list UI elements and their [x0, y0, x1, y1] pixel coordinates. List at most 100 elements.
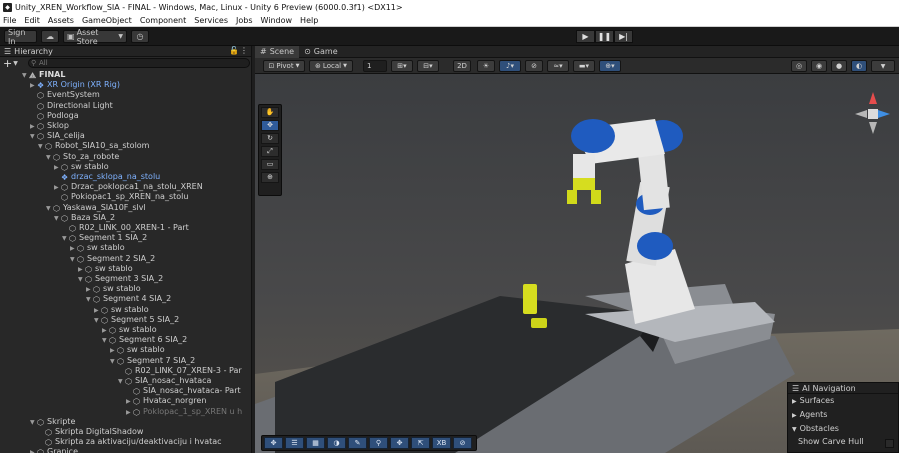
history-button[interactable]: ◷: [131, 30, 149, 43]
hierarchy-item[interactable]: ▼ ⬡ Segment 1 SIA_2: [0, 233, 251, 243]
bottom-tool-rotate[interactable]: ◑: [327, 437, 346, 449]
hierarchy-item[interactable]: ▼ ⬡ Skripte: [0, 417, 251, 427]
hierarchy-item[interactable]: ▼ ⬡ Baza SIA_2: [0, 213, 251, 223]
hierarchy-item[interactable]: ⬡ SIA_nosac_hvataca- Part: [0, 386, 251, 396]
hierarchy-item[interactable]: ▶ ⬡ sw stablo: [0, 305, 251, 315]
grid-snap-input[interactable]: 1: [363, 60, 387, 72]
hierarchy-item[interactable]: ▼ ⟁ FINAL: [0, 70, 251, 80]
hierarchy-item[interactable]: ▶ ⬡ sw stablo: [0, 345, 251, 355]
view-tool-button[interactable]: ✋: [261, 107, 279, 118]
gizmo-center[interactable]: [868, 109, 878, 119]
kebab-menu-icon[interactable]: ⋮: [240, 46, 248, 55]
bottom-tool-align[interactable]: ☰: [285, 437, 304, 449]
hierarchy-item[interactable]: ▶ ⬡ Poklopac_1_sp_XREN u h: [0, 407, 251, 417]
menu-gameobject[interactable]: GameObject: [82, 16, 132, 25]
gripper-finger-right[interactable]: [591, 190, 601, 204]
hierarchy-item[interactable]: ▶ ⬡ Sklop: [0, 121, 251, 131]
bottom-tool-xb[interactable]: XB: [432, 437, 451, 449]
cloud-button[interactable]: ☁: [41, 30, 59, 43]
asset-store-button[interactable]: ▣ Asset Store ▼: [63, 28, 127, 46]
shaded-button[interactable]: ◐: [851, 60, 867, 72]
menu-edit[interactable]: Edit: [24, 16, 40, 25]
hierarchy-item[interactable]: ▼ ⬡ Segment 6 SIA_2: [0, 335, 251, 345]
hierarchy-item[interactable]: ▼ ⬡ Segment 2 SIA_2: [0, 254, 251, 264]
hierarchy-search-input[interactable]: ⚲ All: [28, 58, 250, 68]
mode-2d-button[interactable]: 2D: [453, 60, 471, 72]
camera-button[interactable]: ▬▾: [573, 60, 595, 72]
part-cylinder[interactable]: [523, 284, 537, 314]
gizmos-button[interactable]: ⊕▾: [599, 60, 621, 72]
hierarchy-item[interactable]: ⬡ Directional Light: [0, 101, 251, 111]
hierarchy-item[interactable]: ▼ ⬡ Segment 7 SIA_2: [0, 356, 251, 366]
show-carve-hull-row[interactable]: Show Carve Hull: [788, 436, 898, 447]
hierarchy-item[interactable]: ⬡ R02_LINK_07_XREN-3 - Par: [0, 366, 251, 376]
hierarchy-item[interactable]: ⬡ EventSystem: [0, 90, 251, 100]
bottom-tool-lasso[interactable]: ✎: [348, 437, 367, 449]
hierarchy-item[interactable]: ❖ drzac_sklopa_na_stolu: [0, 172, 251, 182]
hierarchy-item[interactable]: ▼ ⬡ Segment 5 SIA_2: [0, 315, 251, 325]
hidden-toggle-button[interactable]: ⊘: [525, 60, 543, 72]
tab-game[interactable]: ⊙ Game: [299, 46, 343, 58]
pivot-dropdown[interactable]: ⊡ Pivot ▼: [263, 60, 305, 72]
hierarchy-item[interactable]: ▼ ⬡ Segment 3 SIA_2: [0, 274, 251, 284]
hierarchy-item[interactable]: ▼ ⬡ Sto_za_robote: [0, 152, 251, 162]
add-icon[interactable]: +: [3, 57, 12, 70]
ai-nav-obstacles[interactable]: ▼ Obstacles: [788, 422, 898, 436]
bottom-tool-anchor[interactable]: ✥: [390, 437, 409, 449]
move-tool-button[interactable]: ✥: [261, 120, 279, 131]
effects-button[interactable]: ≈▾: [547, 60, 569, 72]
hierarchy-item[interactable]: ▼ ⬡ SIA_celija: [0, 131, 251, 141]
rotate-tool-button[interactable]: ↻: [261, 133, 279, 144]
chevron-down-icon[interactable]: ▼: [13, 60, 18, 67]
menu-window[interactable]: Window: [261, 16, 293, 25]
bottom-tool-compass[interactable]: ⊘: [453, 437, 472, 449]
audio-button[interactable]: ♪▾: [499, 60, 521, 72]
menu-jobs[interactable]: Jobs: [236, 16, 253, 25]
bottom-tool-zoom[interactable]: ⚲: [369, 437, 388, 449]
menu-help[interactable]: Help: [300, 16, 318, 25]
transform-tool-button[interactable]: ⊕: [261, 172, 279, 183]
local-dropdown[interactable]: ⊛ Local ▼: [309, 60, 353, 72]
hierarchy-item[interactable]: ▶ ⬡ sw stablo: [0, 264, 251, 274]
bottom-tool-grid[interactable]: ▦: [306, 437, 325, 449]
hierarchy-item[interactable]: ⬡ Pokiopac1_sp_XREN_na_stolu: [0, 192, 251, 202]
menu-file[interactable]: File: [3, 16, 16, 25]
bottom-tool-move[interactable]: ✥: [264, 437, 283, 449]
bottom-tool-select[interactable]: ⇱: [411, 437, 430, 449]
hierarchy-item[interactable]: ▶ ⬡ Hvatac_norgren: [0, 396, 251, 406]
shading-mode-dropdown[interactable]: ▼: [871, 60, 895, 72]
gripper-body[interactable]: [573, 178, 595, 190]
hierarchy-item[interactable]: ▼ ⬡ Segment 4 SIA_2: [0, 294, 251, 304]
collapse-arrow-icon[interactable]: ▶: [30, 448, 37, 453]
lock-icon[interactable]: 🔓: [229, 46, 239, 55]
hierarchy-item[interactable]: ▶ ⬡ sw stablo: [0, 162, 251, 172]
lighting-button[interactable]: ☀: [477, 60, 495, 72]
hierarchy-item[interactable]: ⬡ Skripta DigitalShadow: [0, 427, 251, 437]
hierarchy-item[interactable]: ▼ ⬡ SIA_nosac_hvataca: [0, 376, 251, 386]
hierarchy-tab[interactable]: ☰ Hierarchy 🔓 ⋮: [0, 46, 251, 57]
hierarchy-item[interactable]: ⬡ Podloga: [0, 111, 251, 121]
hierarchy-item[interactable]: ⬡ R02_LINK_00_XREN-1 - Part: [0, 223, 251, 233]
scene-viewport[interactable]: ✋ ✥ ↻ ⤢ ▭ ⊕ ✥ ☰ ▦ ◑ ✎ ⚲ ✥ ⇱ XB ⊘ ☰ AI Nav…: [255, 74, 899, 453]
hierarchy-item[interactable]: ▼ ⬡ Robot_SIA10_sa_stolom: [0, 141, 251, 151]
show-carve-hull-checkbox[interactable]: [885, 439, 894, 448]
wireframe-shading-button[interactable]: ◎: [791, 60, 807, 72]
hierarchy-item[interactable]: ▶ ⬡ sw stablo: [0, 243, 251, 253]
increment-snap-button[interactable]: ⊟▾: [417, 60, 439, 72]
hierarchy-item[interactable]: ▼ ⬡ Yaskawa_SIA10F_slvl: [0, 203, 251, 213]
sign-in-button[interactable]: Sign In: [4, 28, 37, 46]
menu-component[interactable]: Component: [140, 16, 186, 25]
menu-assets[interactable]: Assets: [48, 16, 74, 25]
pause-button[interactable]: ❚❚: [595, 30, 614, 43]
play-button[interactable]: ▶: [576, 30, 595, 43]
hierarchy-item[interactable]: ▶ ⬡ Granice: [0, 447, 251, 453]
grid-snap-button[interactable]: ⊞▾: [391, 60, 413, 72]
part-holder[interactable]: [531, 318, 547, 328]
rect-tool-button[interactable]: ▭: [261, 159, 279, 170]
hierarchy-item[interactable]: ▶ ⬡ sw stablo: [0, 325, 251, 335]
menu-services[interactable]: Services: [194, 16, 228, 25]
shaded-wireframe-button[interactable]: ◉: [811, 60, 827, 72]
ai-nav-agents[interactable]: ▶ Agents: [788, 408, 898, 422]
scale-tool-button[interactable]: ⤢: [261, 146, 279, 157]
gripper-finger-left[interactable]: [567, 190, 577, 204]
